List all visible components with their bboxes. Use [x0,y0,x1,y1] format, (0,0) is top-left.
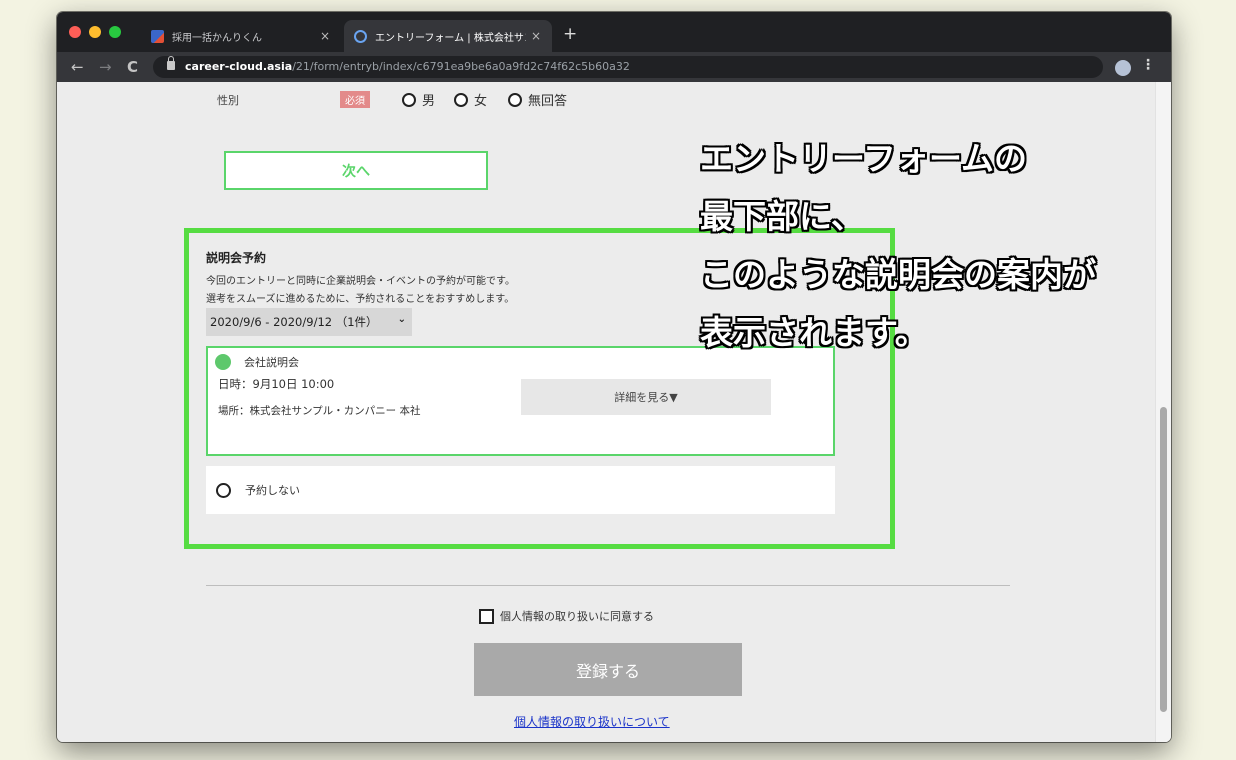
chevron-down-icon: ⌄ [397,314,406,325]
close-window-button[interactable] [69,26,81,38]
gender-option-none[interactable]: 無回答 [508,90,567,109]
tab-title: 採用一括かんりくん [172,32,262,44]
selected-radio-icon[interactable] [215,354,231,370]
next-button[interactable]: 次へ [224,151,488,190]
no-reserve-label: 予約しない [245,484,300,497]
gender-label: 性別 [217,94,239,107]
event-card[interactable]: 会社説明会 日時：9月10日 10:00 場所：株式会社サンプル・カンパニー 本… [206,346,835,456]
checkbox-icon[interactable] [479,608,494,624]
radio-icon[interactable] [454,92,468,107]
gender-option-female[interactable]: 女 [454,90,487,109]
forward-arrow-icon[interactable]: → [99,57,112,77]
event-name: 会社説明会 [244,356,299,369]
back-arrow-icon[interactable]: ← [71,57,84,77]
app-favicon-icon [151,29,164,43]
seminar-description-2: 選考をスムーズに進めるために、予約されることをおすすめします。 [206,294,515,305]
consent-checkbox[interactable]: 個人情報の取り扱いに同意する [479,608,654,624]
annotation-callout: エントリーフォームの 最下部に、 このような説明会の案内が 表示されます。 [700,130,1096,362]
url-host: career-cloud.asia [185,60,293,73]
no-reserve-option[interactable]: 予約しない [206,466,835,514]
reload-icon[interactable]: C [127,57,138,77]
profile-avatar[interactable] [1115,60,1131,76]
annotation-line-2: 最下部に、 [700,197,865,236]
minimize-window-button[interactable] [89,26,101,38]
new-tab-icon[interactable]: + [563,24,577,44]
tab-close-icon[interactable]: × [315,29,335,43]
tab-title: エントリーフォーム | 株式会社サン [375,32,526,44]
tab-saiyo[interactable]: 採用一括かんりくん × [141,20,341,52]
url-text: career-cloud.asia/21/form/entryb/index/c… [185,60,630,73]
radio-icon[interactable] [508,92,522,107]
url-path: /21/form/entryb/index/c6791ea9be6a0a9fd2… [292,60,630,73]
gender-option-male[interactable]: 男 [402,90,435,109]
browser-window: 採用一括かんりくん × エントリーフォーム | 株式会社サン × + ← → C… [57,12,1171,742]
consent-label: 個人情報の取り扱いに同意する [500,610,654,623]
register-button[interactable]: 登録する [474,643,742,696]
radio-icon[interactable] [402,92,416,107]
week-select[interactable]: 2020/9/6 - 2020/9/12 （1件） ⌄ [206,308,412,336]
divider [206,585,1010,586]
annotation-line-3: このような説明会の案内が [700,255,1096,294]
required-badge: 必須 [340,91,370,108]
site-favicon-icon [354,29,367,43]
seminar-title: 説明会予約 [206,251,267,265]
browser-menu-icon[interactable]: ⋮ [1141,57,1155,73]
tab-entry-form[interactable]: エントリーフォーム | 株式会社サン × [344,20,552,52]
radio-icon[interactable] [216,482,231,498]
gender-option-label: 女 [474,94,488,109]
week-select-value: 2020/9/6 - 2020/9/12 （1件） [210,315,378,329]
tab-close-icon[interactable]: × [526,29,546,43]
seminar-description-1: 今回のエントリーと同時に企業説明会・イベントの予約が可能です。 [206,276,515,287]
maximize-window-button[interactable] [109,26,121,38]
event-place: 場所：株式会社サンプル・カンパニー 本社 [218,405,421,417]
gender-option-label: 男 [422,94,436,109]
gender-option-label: 無回答 [528,94,568,109]
annotation-line-1: エントリーフォームの [700,139,1028,178]
scrollbar-thumb[interactable] [1160,407,1167,712]
tab-bar: 採用一括かんりくん × エントリーフォーム | 株式会社サン × + [57,12,1171,52]
browser-toolbar: ← → C career-cloud.asia/21/form/entryb/i… [57,52,1171,82]
lock-icon [167,56,175,70]
privacy-policy-link[interactable]: 個人情報の取り扱いについて [514,713,670,730]
annotation-line-4: 表示されます。 [700,313,928,352]
event-time: 日時：9月10日 10:00 [218,377,335,391]
details-button[interactable]: 詳細を見る▼ [521,379,771,415]
address-bar[interactable]: career-cloud.asia/21/form/entryb/index/c… [153,56,1103,78]
scrollbar[interactable] [1155,82,1171,742]
